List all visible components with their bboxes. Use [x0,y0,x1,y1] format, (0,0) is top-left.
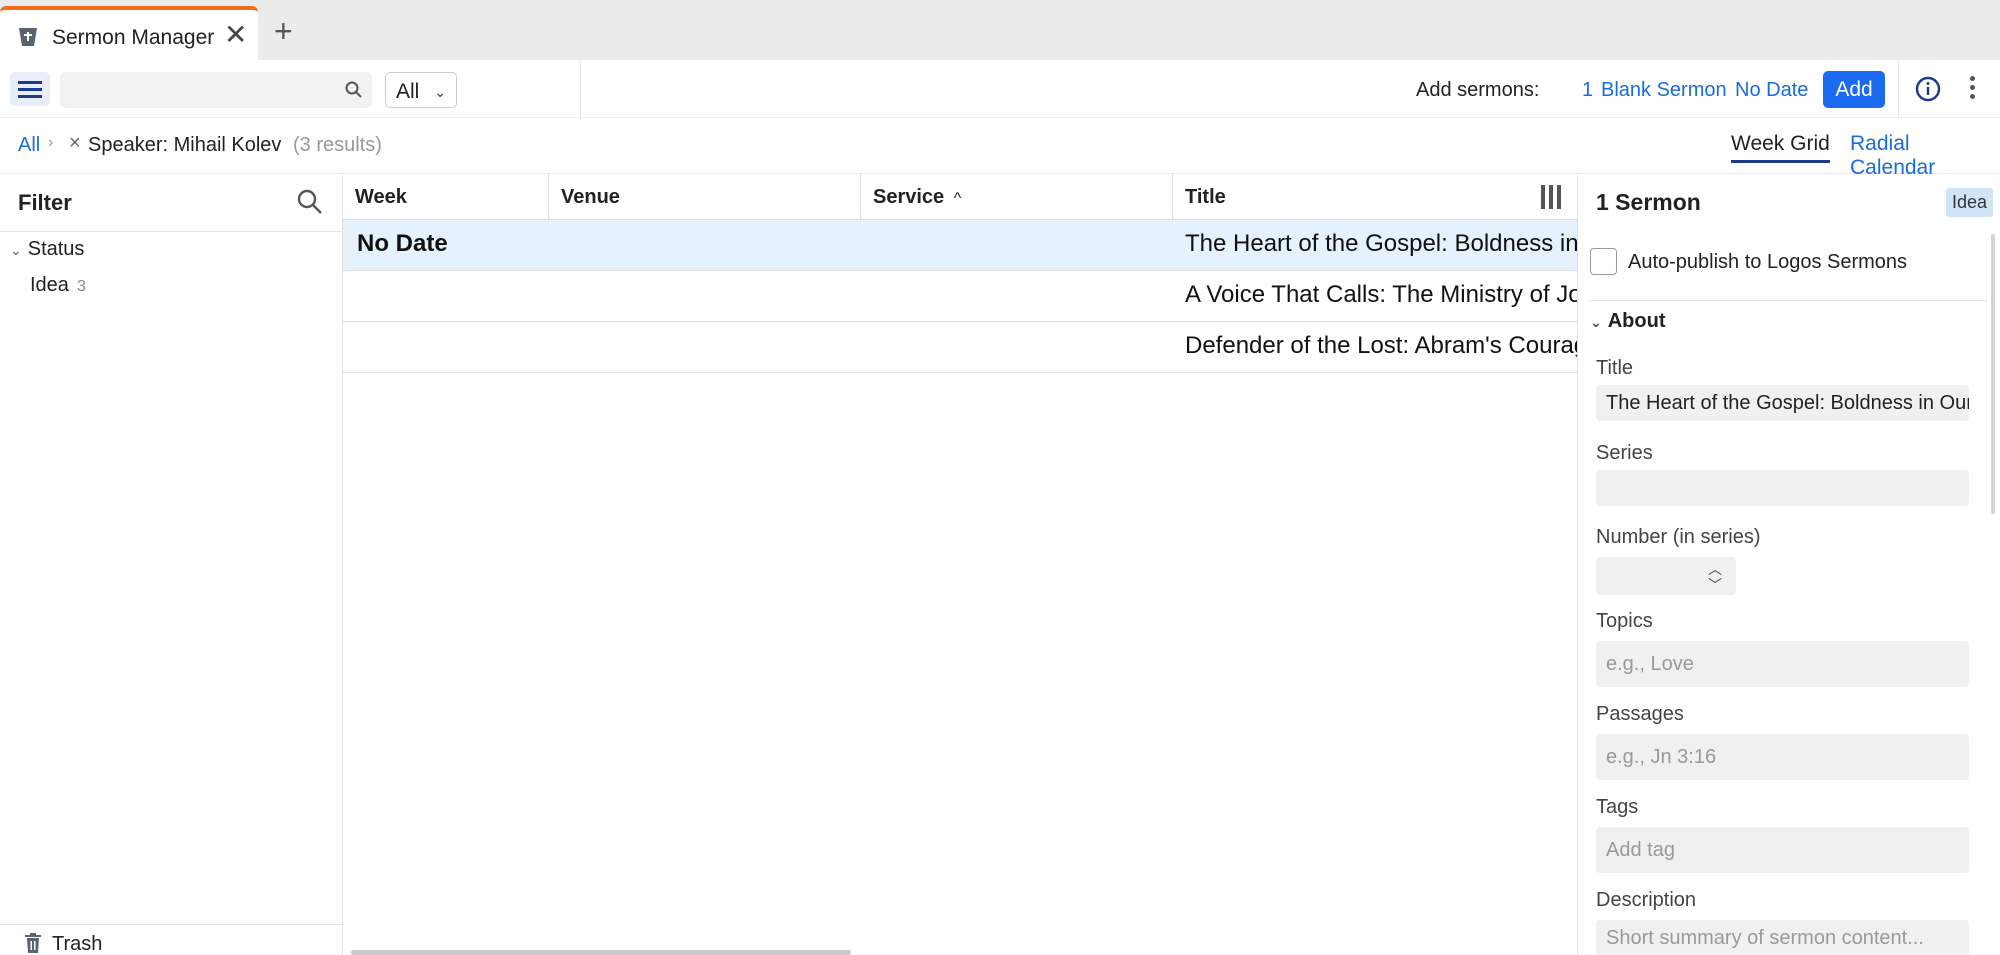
chevron-down-icon: ⌄ [434,84,446,100]
tab-strip: Sermon Manager ✕ + [0,0,2000,60]
trash-icon [25,933,41,953]
status-group-toggle[interactable]: ⌄ Status [10,238,84,261]
description-label: Description [1596,889,1697,911]
column-header-title[interactable]: Title [1173,174,1577,220]
cell-title: A Voice That Calls: The Ministry of John… [1185,281,1577,308]
filter-item-count: 3 [76,278,86,295]
filter-item-idea[interactable]: Idea 3 [30,274,86,297]
chevron-down-icon[interactable]: ﹀ [1708,575,1722,595]
cell-title: The Heart of the Gospel: Boldness in Our… [1185,230,1577,257]
breadcrumb: All › × Speaker: Mihail Kolev (3 results… [0,118,2000,179]
chevron-right-icon: › [48,134,54,151]
autopublish-label: Auto-publish to Logos Sermons [1628,251,1908,273]
vertical-scrollbar[interactable] [1991,234,1995,514]
podium-icon [19,28,37,46]
chevron-down-icon: ⌄ [10,242,22,258]
tab-sermon-manager[interactable]: Sermon Manager ✕ [0,6,258,60]
column-chooser-icon[interactable] [1541,185,1565,209]
view-radial-calendar[interactable]: Radial Calendar [1850,132,2000,180]
column-header-venue[interactable]: Venue [549,174,861,220]
column-label: Week [355,186,407,208]
divider [1588,300,1988,301]
column-header-service[interactable]: Service ^ [861,174,1173,220]
grid-header: Week Venue Service ^ Title [343,174,1577,220]
toolbar: All ⌄ Add sermons: 1 Blank Sermon No Dat… [0,60,2000,118]
trash-link[interactable]: Trash [0,924,343,955]
filter-title: Filter [18,190,72,215]
title-field[interactable]: The Heart of the Gospel: Boldness in Our… [1596,385,1969,421]
cell-title: Defender of the Lost: Abram's Courage [1185,332,1577,359]
more-vertical-icon[interactable] [1970,76,1978,104]
filter-select-value: All [396,80,420,103]
column-label: Venue [561,186,620,208]
column-label: Service [873,186,945,208]
number-stepper[interactable]: ︿ ﹀ [1596,557,1736,595]
column-header-week[interactable]: Week [343,174,549,220]
add-blank-sermon-link[interactable]: Blank Sermon [1601,79,1727,102]
info-icon[interactable] [1915,76,1941,102]
search-icon [345,81,362,98]
passages-label: Passages [1596,703,1684,725]
detail-title: 1 Sermon [1596,189,1701,215]
hamburger-icon[interactable] [10,72,50,106]
series-field[interactable] [1596,470,1969,506]
autopublish-checkbox[interactable] [1590,248,1617,275]
horizontal-scrollbar[interactable] [351,950,851,955]
close-tab-icon[interactable]: ✕ [224,20,247,50]
divider [1898,60,1899,118]
result-count: (3 results) [293,134,382,156]
add-count[interactable]: 1 [1582,79,1593,102]
tags-field[interactable]: Add tag [1596,827,1969,873]
speaker-filter-label: Speaker: Mihail Kolev [88,134,282,156]
filter-header: Filter [0,174,343,232]
detail-panel: 1 Sermon Idea Auto-publish to Logos Serm… [1577,174,2000,955]
filter-select[interactable]: All ⌄ [385,72,457,108]
trash-label: Trash [52,933,103,955]
series-label: Series [1596,442,1653,464]
about-section-toggle[interactable]: ⌄ About [1590,310,1666,333]
search-icon[interactable] [296,188,324,216]
status-label: Status [27,238,85,260]
divider [580,60,581,118]
chevron-down-icon: ⌄ [1590,314,1602,330]
search-input[interactable] [60,72,372,108]
number-label: Number (in series) [1596,526,1761,548]
add-no-date-link[interactable]: No Date [1735,79,1808,102]
topics-label: Topics [1596,610,1653,632]
sermon-grid: Week Venue Service ^ Title No Date The H… [343,174,1577,955]
filter-panel: Filter ⌄ Status Idea 3 Trash [0,174,343,955]
table-row[interactable]: No Date The Heart of the Gospel: Boldnes… [343,220,1577,271]
breadcrumb-all-link[interactable]: All [18,134,40,157]
remove-filter-icon[interactable]: × [69,132,81,155]
table-row[interactable]: A Voice That Calls: The Ministry of John… [343,271,1577,322]
view-week-grid[interactable]: Week Grid [1731,132,1830,163]
add-button[interactable]: Add [1823,71,1885,108]
topics-field[interactable]: e.g., Love [1596,641,1969,687]
column-label: Title [1185,186,1226,208]
description-field[interactable]: Short summary of sermon content... [1596,920,1969,955]
add-tab-icon[interactable]: + [274,13,293,49]
passages-field[interactable]: e.g., Jn 3:16 [1596,734,1969,780]
tab-title: Sermon Manager [52,26,215,49]
cell-week: No Date [357,230,448,257]
about-label: About [1607,310,1666,332]
filter-item-label: Idea [30,274,69,296]
sort-ascending-icon: ^ [953,190,962,207]
tags-label: Tags [1596,796,1639,818]
add-sermons-label: Add sermons: [1416,79,1540,101]
table-row[interactable]: Defender of the Lost: Abram's Courage [343,322,1577,373]
status-badge: Idea [1946,188,1994,217]
title-label: Title [1596,357,1634,379]
